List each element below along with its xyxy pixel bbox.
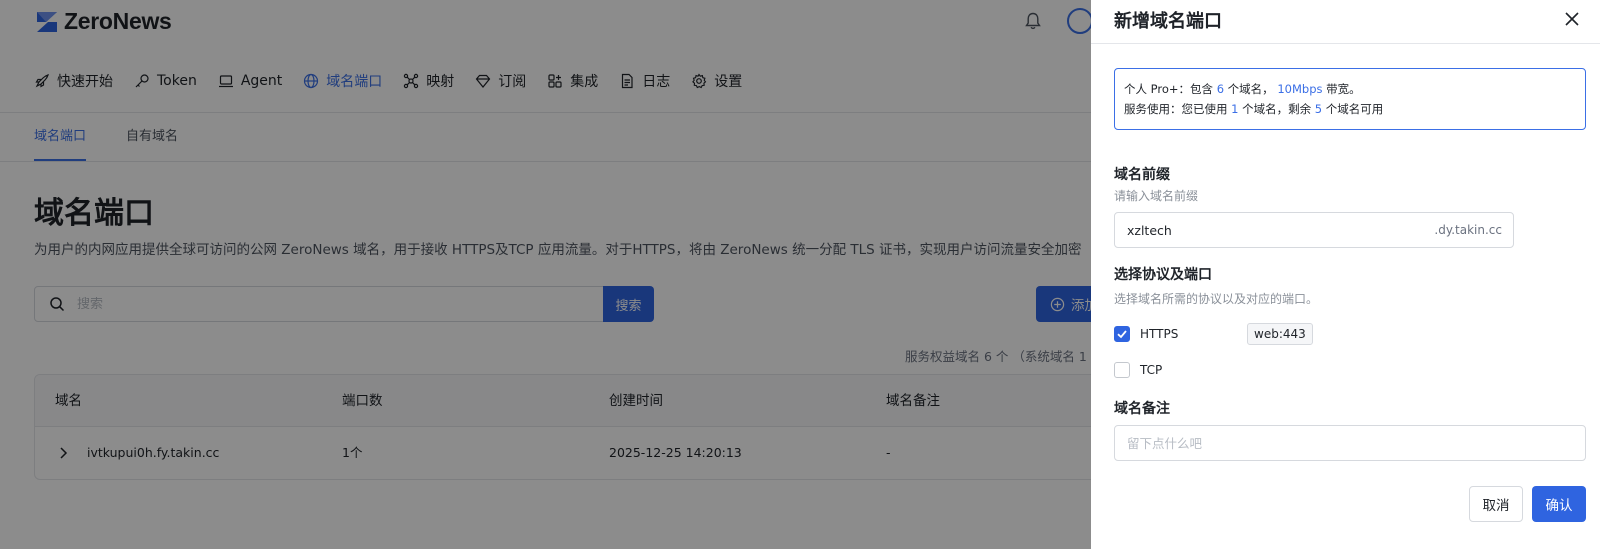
info-text: 服务使用：您已使用 <box>1124 102 1232 116</box>
plan-info-line: 个人 Pro+：包含 6 个域名， 10Mbps 带宽。 <box>1124 79 1585 99</box>
info-text: 个域名， <box>1224 82 1274 96</box>
domain-suffix: .dy.takin.cc <box>1434 223 1502 237</box>
prefix-field[interactable]: .dy.takin.cc <box>1114 212 1514 248</box>
info-bandwidth: 10Mbps <box>1277 82 1323 96</box>
cancel-button[interactable]: 取消 <box>1469 486 1523 522</box>
info-domain-count: 6 <box>1216 82 1225 96</box>
https-label: HTTPS <box>1140 327 1179 341</box>
modal-overlay[interactable] <box>0 0 1091 549</box>
port-tag: web:443 <box>1247 323 1313 345</box>
confirm-button[interactable]: 确认 <box>1532 486 1586 522</box>
tcp-checkbox[interactable] <box>1114 362 1130 378</box>
close-icon[interactable] <box>1563 10 1581 28</box>
protocol-option-https[interactable]: HTTPS <box>1114 326 1178 342</box>
remark-field[interactable] <box>1114 425 1586 461</box>
drawer-title: 新增域名端口 <box>1114 11 1222 32</box>
drawer-header: 新增域名端口 <box>1091 0 1600 44</box>
remark-label: 域名备注 <box>1114 401 1170 417</box>
prefix-hint: 请输入域名前缀 <box>1114 189 1199 203</box>
info-text: 个域名，剩余 <box>1238 102 1315 116</box>
plan-info-box: 个人 Pro+：包含 6 个域名， 10Mbps 带宽。 服务使用：您已使用 1… <box>1114 68 1586 130</box>
info-text: 个域名可用 <box>1322 102 1384 116</box>
add-domain-drawer: 新增域名端口 个人 Pro+：包含 6 个域名， 10Mbps 带宽。 服务使用… <box>1091 0 1600 549</box>
usage-info-line: 服务使用：您已使用 1 个域名，剩余 5 个域名可用 <box>1124 99 1585 119</box>
info-text: 个人 Pro+：包含 <box>1124 82 1217 96</box>
tcp-label: TCP <box>1140 363 1163 377</box>
info-text: 带宽。 <box>1322 82 1361 96</box>
remark-input[interactable] <box>1127 435 1573 451</box>
protocol-hint: 选择域名所需的协议以及对应的端口。 <box>1114 292 1319 306</box>
check-icon <box>1117 330 1127 339</box>
protocol-label: 选择协议及端口 <box>1114 267 1212 283</box>
protocol-option-tcp[interactable]: TCP <box>1114 362 1162 378</box>
https-checkbox[interactable] <box>1114 326 1130 342</box>
prefix-input[interactable] <box>1127 222 1435 238</box>
prefix-label: 域名前缀 <box>1114 167 1170 183</box>
